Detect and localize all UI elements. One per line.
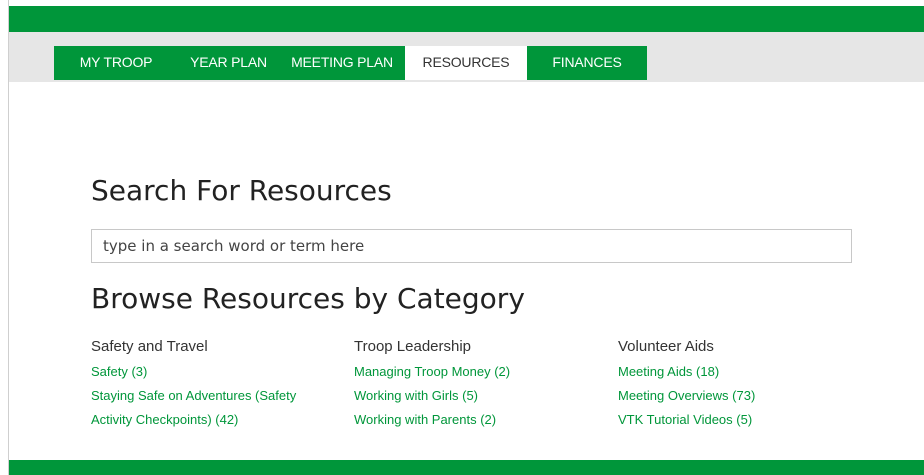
resource-link-safety[interactable]: Safety (3)	[91, 360, 341, 384]
search-box[interactable]	[91, 229, 852, 263]
tab-finances[interactable]: FINANCES	[527, 46, 647, 80]
top-green-bar	[9, 6, 924, 32]
search-input[interactable]	[101, 230, 845, 262]
category-volunteer-aids: Volunteer Aids Meeting Aids (18) Meeting…	[618, 338, 858, 432]
bottom-green-bar	[9, 460, 924, 475]
resource-link-vtk-tutorial-videos[interactable]: VTK Tutorial Videos (5)	[618, 408, 858, 432]
left-frame-margin	[0, 0, 8, 475]
category-safety-and-travel: Safety and Travel Safety (3) Staying Saf…	[91, 338, 341, 432]
main-nav-tabs: MY TROOP YEAR PLAN MEETING PLAN RESOURCE…	[54, 46, 647, 80]
resource-link-staying-safe[interactable]: Staying Safe on Adventures (Safety	[91, 384, 341, 408]
resource-link-working-with-parents[interactable]: Working with Parents (2)	[354, 408, 594, 432]
browse-heading: Browse Resources by Category	[91, 282, 525, 315]
category-title: Volunteer Aids	[618, 338, 714, 355]
category-troop-leadership: Troop Leadership Managing Troop Money (2…	[354, 338, 594, 432]
resource-link-working-with-girls[interactable]: Working with Girls (5)	[354, 384, 594, 408]
category-title: Troop Leadership	[354, 338, 472, 355]
resource-link-meeting-aids[interactable]: Meeting Aids (18)	[618, 360, 858, 384]
page: MY TROOP YEAR PLAN MEETING PLAN RESOURCE…	[8, 0, 924, 475]
tab-resources[interactable]: RESOURCES	[405, 46, 527, 80]
resource-link-activity-checkpoints[interactable]: Activity Checkpoints) (42)	[91, 408, 341, 432]
search-heading: Search For Resources	[91, 174, 392, 207]
tab-year-plan[interactable]: YEAR PLAN	[178, 46, 279, 80]
tab-my-troop[interactable]: MY TROOP	[54, 46, 178, 80]
category-title: Safety and Travel	[91, 338, 208, 355]
resource-link-managing-troop-money[interactable]: Managing Troop Money (2)	[354, 360, 594, 384]
resource-link-meeting-overviews[interactable]: Meeting Overviews (73)	[618, 384, 858, 408]
tab-meeting-plan[interactable]: MEETING PLAN	[279, 46, 405, 80]
